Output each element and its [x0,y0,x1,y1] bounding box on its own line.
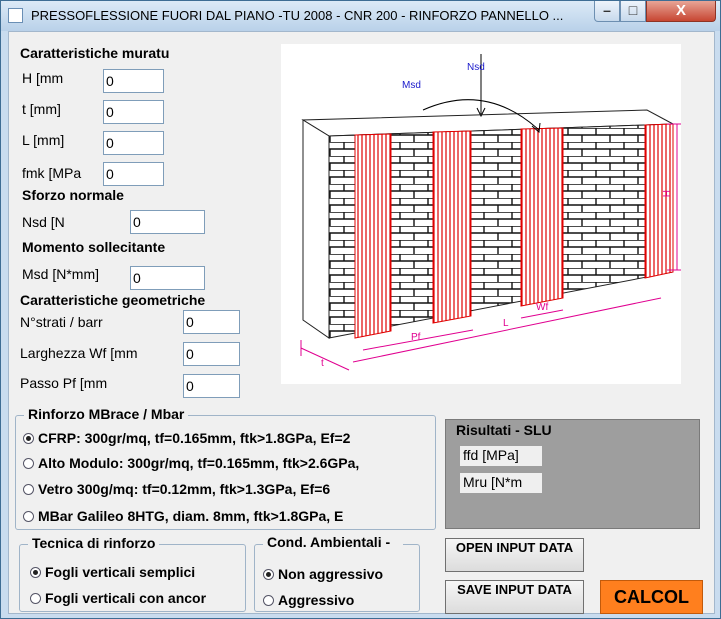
l-label: L [mm] [22,132,65,148]
pf-diagram-label: Pf [411,332,421,343]
radio-icon [23,511,34,522]
risultati-title: Risultati - SLU [456,422,552,438]
radio-selected-icon [23,433,34,444]
rinforzo-group: Rinforzo MBrace / Mbar CFRP: 300gr/mq, t… [15,406,436,530]
h-input[interactable] [103,69,164,93]
msd-label: Msd [N*mm] [22,266,99,282]
wall-diagram: Nsd Msd H L Pf Wf t [281,44,681,384]
h-label: H [mm [22,70,64,86]
wf-label: Larghezza Wf [mm [20,345,138,361]
window-title: PRESSOFLESSIONE FUORI DAL PIANO -TU 2008… [31,8,564,23]
rinforzo-option-vetro[interactable]: Vetro 300g/mq: tf=0.12mm, ftk>1.3GPa, Ef… [23,481,330,497]
tecnica-option-label: Fogli verticali semplici [45,564,196,580]
open-input-data-button[interactable]: OPEN INPUT DATA [445,538,584,572]
tecnica-option-ancor[interactable]: Fogli verticali con ancor [30,590,206,606]
wall-diagram-svg: Nsd Msd H L Pf Wf t [300,54,681,371]
tecnica-title: Tecnica di rinforzo [28,535,160,551]
h-diagram-label: H [660,190,671,197]
minimize-icon: – [603,2,611,18]
nsd-diagram-label: Nsd [467,62,485,73]
tecnica-group: Tecnica di rinforzo Fogli verticali semp… [19,535,246,612]
pf-label: Passo Pf [mm [20,375,108,391]
ffd-output: ffd [MPa] [460,446,542,466]
rinforzo-option-cfrp[interactable]: CFRP: 300gr/mq, tf=0.165mm, ftk>1.8GPa, … [23,430,350,446]
rinforzo-option-label: Alto Modulo: 300gr/mq, tf=0.165mm, ftk>2… [38,455,360,471]
radio-icon [23,458,34,469]
ambiente-option-non-aggressivo[interactable]: Non aggressivo [263,566,383,582]
muratura-header: Caratteristiche muratu [20,45,170,61]
frp-strip-2 [432,130,472,324]
rinforzo-option-mbar[interactable]: MBar Galileo 8HTG, diam. 8mm, ftk>1.8GPa… [23,508,343,524]
radio-selected-icon [30,567,41,578]
rinforzo-option-label: CFRP: 300gr/mq, tf=0.165mm, ftk>1.8GPa, … [38,430,351,446]
radio-selected-icon [263,569,274,580]
form-client-area: Caratteristiche muratu H [mm t [mm] L [m… [8,31,715,614]
rinforzo-option-alto-modulo[interactable]: Alto Modulo: 300gr/mq, tf=0.165mm, ftk>2… [23,455,359,471]
ambiente-title: Cond. Ambientali - Ce [263,535,403,549]
ambiente-group: Cond. Ambientali - Ce Non aggressivo Agg… [254,535,420,612]
t-input[interactable] [103,100,164,124]
nsd-label: Nsd [N [22,214,65,230]
frp-strip-3 [520,127,564,307]
t-diagram-label: t [321,358,324,369]
close-button[interactable]: X [646,1,716,22]
maximize-icon: □ [628,2,638,18]
rinforzo-title: Rinforzo MBrace / Mbar [24,406,189,422]
pf-input[interactable] [183,374,240,398]
title-bar[interactable]: PRESSOFLESSIONE FUORI DAL PIANO -TU 2008… [1,1,720,31]
wf-input[interactable] [183,342,240,366]
wf-diagram-label: Wf [536,302,548,313]
close-icon: X [675,2,686,19]
ambiente-option-aggressivo[interactable]: Aggressivo [263,592,354,608]
strati-label: N°strati / barr [20,314,103,330]
t-dimension-line [300,347,350,371]
t-label: t [mm] [22,101,61,117]
radio-icon [263,595,274,606]
radio-icon [23,484,34,495]
nsd-input[interactable] [130,210,205,234]
geometria-header: Caratteristiche geometriche [20,292,206,308]
tecnica-option-semplici[interactable]: Fogli verticali semplici [30,564,195,580]
sforzo-header: Sforzo normale sollecitante [22,187,124,203]
risultati-panel: Risultati - SLU ffd [MPa] Mru [N*m [445,419,700,529]
l-input[interactable] [103,131,164,155]
strati-input[interactable] [183,310,240,334]
app-icon [8,8,23,23]
rinforzo-option-label: MBar Galileo 8HTG, diam. 8mm, ftk>1.8GPa… [38,508,344,524]
ambiente-option-label: Non aggressivo [278,566,384,582]
wall-end-face [302,119,330,339]
ambiente-option-label: Aggressivo [278,592,355,608]
l-diagram-label: L [503,318,509,329]
main-window: PRESSOFLESSIONE FUORI DAL PIANO -TU 2008… [0,0,721,619]
save-input-data-button[interactable]: SAVE INPUT DATA [445,580,584,614]
momento-header: Momento sollecitante [22,239,166,255]
calcol-button[interactable]: CALCOL [600,580,703,614]
tecnica-option-label: Fogli verticali con ancor [45,590,207,606]
mru-output: Mru [N*m [460,473,542,493]
frp-strip-1 [354,133,392,339]
maximize-button[interactable]: □ [620,1,646,22]
frp-strip-4 [644,123,674,279]
rinforzo-option-label: Vetro 300g/mq: tf=0.12mm, ftk>1.3GPa, Ef… [38,481,331,497]
msd-input[interactable] [130,266,205,290]
minimize-button[interactable]: – [594,1,620,22]
fmk-label: fmk [MPa [22,165,82,181]
msd-diagram-label: Msd [402,80,421,91]
fmk-input[interactable] [103,162,164,186]
radio-icon [30,593,41,604]
